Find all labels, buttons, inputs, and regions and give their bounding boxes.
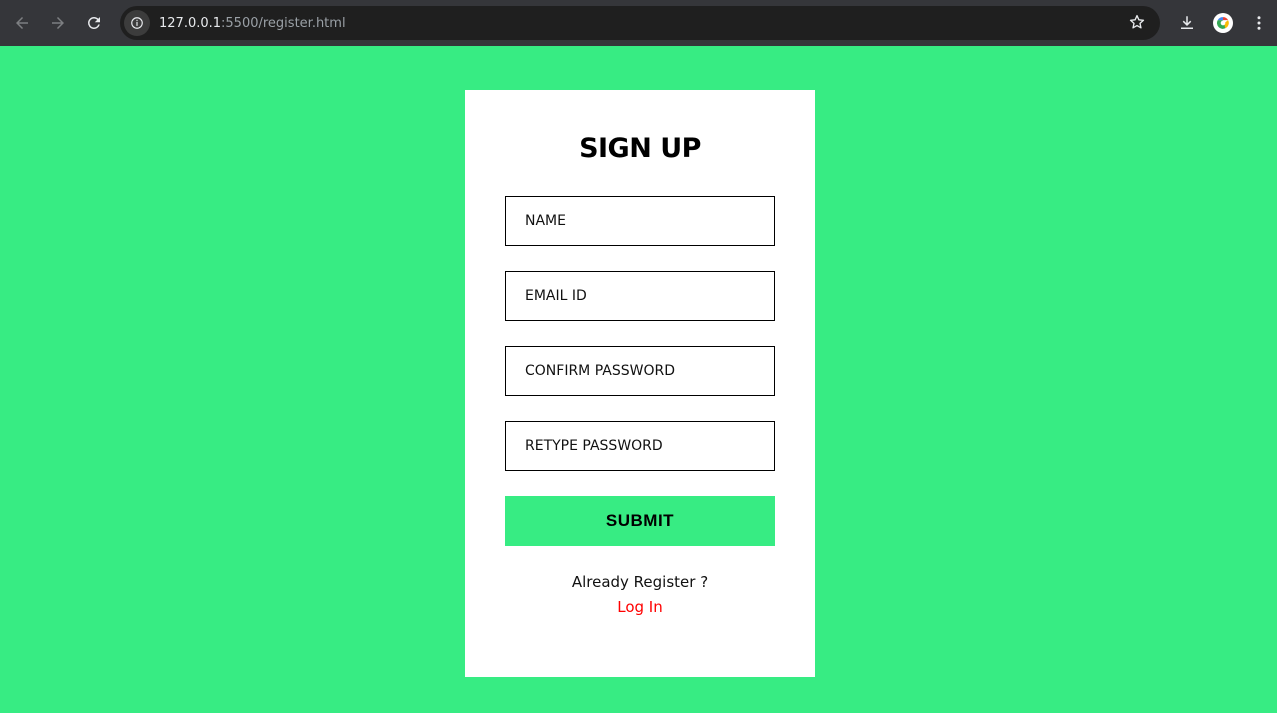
menu-button[interactable] (1241, 5, 1277, 41)
email-field[interactable] (505, 271, 775, 321)
download-icon (1181, 16, 1193, 29)
site-info-button[interactable] (124, 10, 150, 36)
address-bar[interactable]: 127.0.0.1:5500/register.html (120, 6, 1160, 40)
submit-button[interactable]: SUBMIT (505, 496, 775, 546)
more-vert-icon (1257, 16, 1261, 30)
reload-icon (88, 17, 100, 29)
page-title: SIGN UP (579, 133, 701, 164)
profile-button[interactable] (1205, 5, 1241, 41)
profile-logo-icon (1216, 17, 1229, 29)
bookmark-button[interactable] (1128, 13, 1146, 35)
reload-button[interactable] (76, 5, 112, 41)
back-button[interactable] (4, 5, 40, 41)
login-link[interactable]: Log In (465, 598, 815, 616)
info-icon (131, 17, 143, 29)
name-field[interactable] (505, 196, 775, 246)
url-path: :5500/register.html (221, 15, 346, 31)
downloads-button[interactable] (1169, 5, 1205, 41)
retype-password-field[interactable] (505, 421, 775, 471)
browser-toolbar: 127.0.0.1:5500/register.html (0, 0, 1277, 46)
confirm-password-field[interactable] (505, 346, 775, 396)
forward-button[interactable] (40, 5, 76, 41)
avatar (1213, 13, 1233, 33)
star-icon (1129, 14, 1145, 29)
url-text[interactable]: 127.0.0.1:5500/register.html (159, 16, 346, 31)
arrow-left-icon (16, 17, 28, 29)
arrow-right-icon (52, 17, 64, 29)
already-registered-text: Already Register ? (571, 573, 709, 591)
toolbar-actions (1169, 0, 1277, 46)
url-host: 127.0.0.1 (159, 15, 222, 31)
